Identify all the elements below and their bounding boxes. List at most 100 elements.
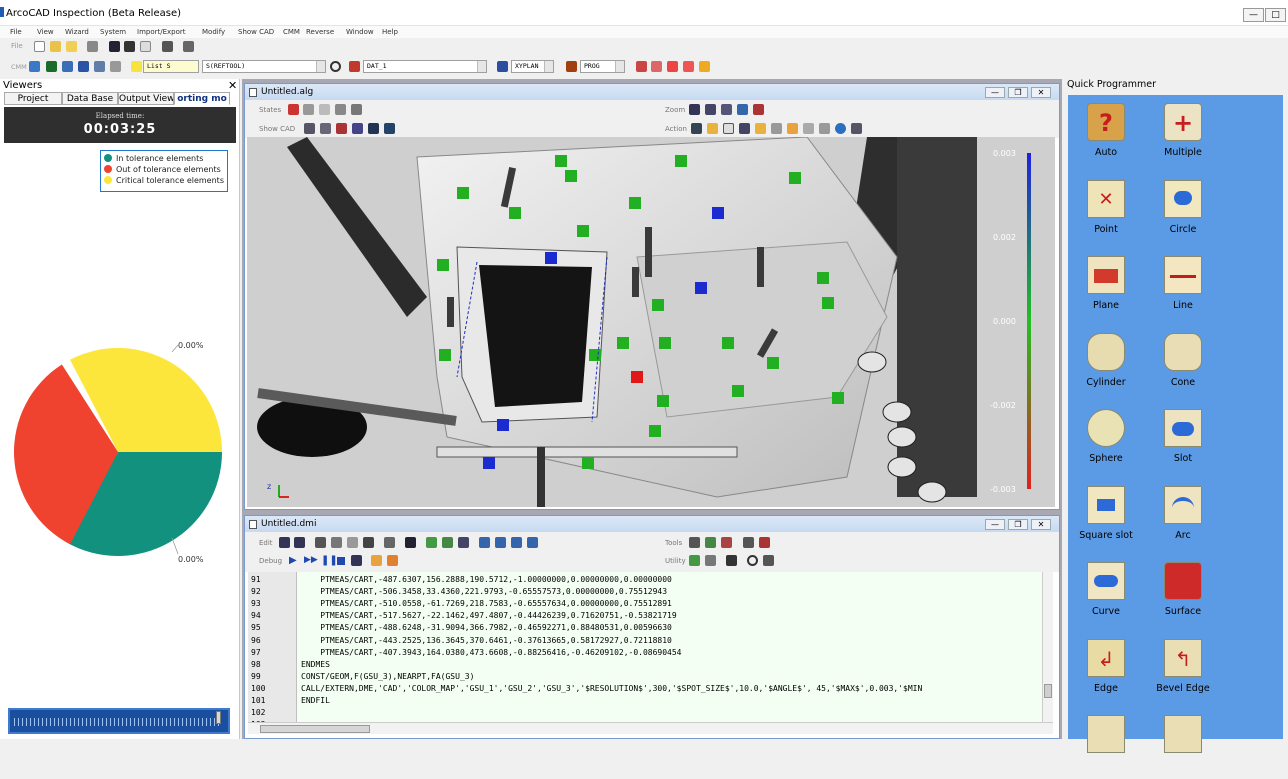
tool-icon[interactable] [110, 61, 121, 72]
states-icon-5[interactable] [351, 104, 362, 115]
toggle-icon-2[interactable] [442, 537, 453, 548]
tab-data-base[interactable]: Data Base [62, 92, 118, 105]
qp-item-square-slot[interactable]: Square slot [1076, 485, 1136, 550]
action-icon-8[interactable] [803, 123, 814, 134]
menu-reverse[interactable]: Reverse [306, 26, 334, 38]
find-icon[interactable] [405, 537, 416, 548]
record-icon[interactable] [683, 61, 694, 72]
new-file-icon[interactable] [34, 41, 45, 52]
action-icon-1[interactable] [691, 123, 702, 134]
code-line[interactable]: CONST/GEOM,F(GSU_3),NEARPT,FA(GSU_3) [301, 671, 474, 683]
check-icon[interactable] [667, 61, 678, 72]
menu-show-cad[interactable]: Show CAD [238, 26, 274, 38]
code-line[interactable]: PTMEAS/CART,-510.0558,-61.7269,218.7583,… [301, 598, 672, 610]
list-combo[interactable]: List S [143, 60, 199, 73]
menu-wizard[interactable]: Wizard [65, 26, 89, 38]
action-icon-4[interactable] [739, 123, 750, 134]
tab-output-viewer[interactable]: Output Viewer [118, 92, 174, 105]
states-icon-1[interactable] [288, 104, 299, 115]
folder-icon[interactable] [66, 41, 77, 52]
h-scrollbar-thumb[interactable] [260, 725, 370, 733]
chevron-down-icon[interactable] [544, 61, 553, 72]
chart-icon[interactable] [78, 61, 89, 72]
qp-item-plane[interactable]: Plane [1076, 256, 1136, 320]
states-icon-2[interactable] [303, 104, 314, 115]
refresh-icon[interactable] [747, 555, 758, 566]
qp-item-partial[interactable] [1153, 715, 1213, 779]
datum-icon[interactable] [349, 61, 360, 72]
rotate-icon[interactable] [753, 104, 764, 115]
vertical-scrollbar[interactable] [1042, 572, 1053, 722]
close-icon[interactable]: ✕ [228, 79, 237, 92]
prog-combo[interactable]: PROG [580, 60, 625, 73]
tools-icon-5[interactable] [759, 537, 770, 548]
horizontal-scrollbar[interactable] [248, 722, 1053, 734]
qp-item-line[interactable]: Line [1153, 256, 1213, 320]
reftool-combo[interactable]: S(REFTOOL) [202, 60, 326, 73]
qp-item-sphere[interactable]: Sphere [1076, 409, 1136, 473]
chevron-down-icon[interactable] [316, 61, 325, 72]
run-icon[interactable] [87, 41, 98, 52]
states-icon-4[interactable] [335, 104, 346, 115]
slider-thumb[interactable] [216, 711, 221, 724]
save-icon[interactable] [109, 41, 120, 52]
tools-icon-1[interactable] [689, 537, 700, 548]
pause-icon[interactable]: ❚❚ [321, 555, 338, 566]
breakpoint-icon[interactable] [371, 555, 382, 566]
code-editor[interactable]: 91 PTMEAS/CART,-487.6307,156.2888,190.57… [248, 572, 1053, 732]
timeline-slider[interactable] [8, 708, 230, 734]
utility-icon-2[interactable] [705, 555, 716, 566]
hand-icon[interactable] [707, 123, 718, 134]
code-line[interactable]: ENDFIL [301, 695, 330, 707]
save-all-icon[interactable] [124, 41, 135, 52]
action-icon-6[interactable] [771, 123, 782, 134]
action-icon-7[interactable] [787, 123, 798, 134]
qp-item-slot[interactable]: Slot [1153, 409, 1213, 473]
zoom-in-icon[interactable] [721, 104, 732, 115]
user-icon[interactable] [726, 555, 737, 566]
pan-icon[interactable] [737, 104, 748, 115]
tools-icon-3[interactable] [721, 537, 732, 548]
search-icon[interactable] [330, 61, 341, 72]
alg-restore-button[interactable]: ❐ [1008, 87, 1028, 98]
delete-icon[interactable] [363, 537, 374, 548]
qp-item-arc[interactable]: Arc [1153, 485, 1213, 550]
open-folder-icon[interactable] [50, 41, 61, 52]
qp-item-edge[interactable]: ↲ Edge [1076, 638, 1136, 703]
probe-tip-icon[interactable] [131, 61, 142, 72]
step-icon-1[interactable] [479, 537, 490, 548]
qp-item-surface[interactable]: Surface [1153, 562, 1213, 626]
paste-icon[interactable] [347, 537, 358, 548]
action-icon-11[interactable] [851, 123, 862, 134]
pointer-icon[interactable] [723, 123, 734, 134]
qp-item-auto[interactable]: ? Auto [1076, 103, 1136, 167]
qp-item-circle[interactable]: Circle [1153, 179, 1213, 244]
showcad-icon-1[interactable] [304, 123, 315, 134]
menu-cmm[interactable]: CMM [283, 26, 300, 38]
code-line[interactable]: PTMEAS/CART,-487.6307,156.2888,190.5712,… [301, 574, 672, 586]
copy-doc-icon[interactable] [140, 41, 151, 52]
step-into-icon[interactable] [351, 555, 362, 566]
copy-icon[interactable] [331, 537, 342, 548]
qp-item-cylinder[interactable]: Cylinder [1076, 332, 1136, 397]
step-icon-3[interactable] [511, 537, 522, 548]
print-preview-icon[interactable] [183, 41, 194, 52]
cut-icon[interactable] [315, 537, 326, 548]
chevron-down-icon[interactable] [477, 61, 486, 72]
menu-window[interactable]: Window [346, 26, 374, 38]
code-line[interactable]: PTMEAS/CART,-443.2525,136.3645,370.6461,… [301, 635, 672, 647]
dmi-close-button[interactable]: ✕ [1031, 519, 1051, 530]
showcad-icon-4[interactable] [352, 123, 363, 134]
utility-icon-1[interactable] [689, 555, 700, 566]
qp-item-bevel-edge[interactable]: ↰ Bevel Edge [1153, 638, 1213, 703]
redo-icon[interactable] [294, 537, 305, 548]
step-icon-4[interactable] [527, 537, 538, 548]
print-icon[interactable] [162, 41, 173, 52]
qp-item-multiple[interactable]: + Multiple [1153, 103, 1213, 167]
qp-item-point[interactable]: ✕ Point [1076, 179, 1136, 244]
plane-axis-icon[interactable] [497, 61, 508, 72]
grid-icon[interactable] [46, 61, 57, 72]
cad-3d-view[interactable]: z 0.003 0.002 0.000 -0.002 -0.003 [247, 137, 1055, 507]
action-icon-5[interactable] [755, 123, 766, 134]
dmi-restore-button[interactable]: ❐ [1008, 519, 1028, 530]
